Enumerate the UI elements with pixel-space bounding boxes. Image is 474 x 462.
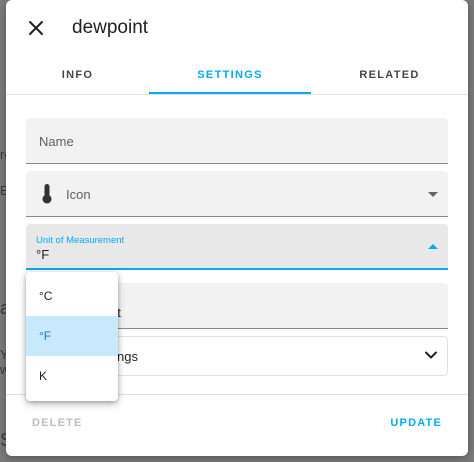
unit-of-measurement-value: °F [36,247,50,262]
thermometer-icon [41,183,53,205]
menu-item-kelvin[interactable]: K [26,356,118,396]
tab-info[interactable]: INFO [6,56,149,94]
unit-of-measurement-select[interactable]: Unit of Measurement °F [26,224,448,270]
menu-item-fahrenheit[interactable]: °F [26,316,118,356]
chevron-down-icon[interactable] [423,347,439,363]
active-tab-indicator [149,92,311,94]
unit-options-menu: °C °F K [26,272,118,401]
icon-picker[interactable]: Icon [26,171,448,217]
close-icon[interactable] [24,16,48,40]
chevron-up-icon[interactable] [428,244,438,249]
dialog-title: dewpoint [72,17,149,38]
name-placeholder: Name [39,134,74,149]
update-button[interactable]: UPDATE [390,417,442,429]
advanced-settings-label: ngs [117,349,138,364]
tab-bar: INFO SETTINGS RELATED [6,56,468,95]
name-input[interactable]: Name [26,118,448,164]
tab-related[interactable]: RELATED [311,56,468,94]
menu-item-celsius[interactable]: °C [26,276,118,316]
unit-of-measurement-label: Unit of Measurement [36,235,125,246]
dialog-header: dewpoint [6,0,468,56]
tab-settings[interactable]: SETTINGS [149,56,311,94]
delete-button[interactable]: DELETE [32,417,83,429]
dialog-footer: DELETE UPDATE [6,394,468,456]
chevron-down-icon[interactable] [428,192,438,197]
icon-placeholder: Icon [66,187,91,202]
